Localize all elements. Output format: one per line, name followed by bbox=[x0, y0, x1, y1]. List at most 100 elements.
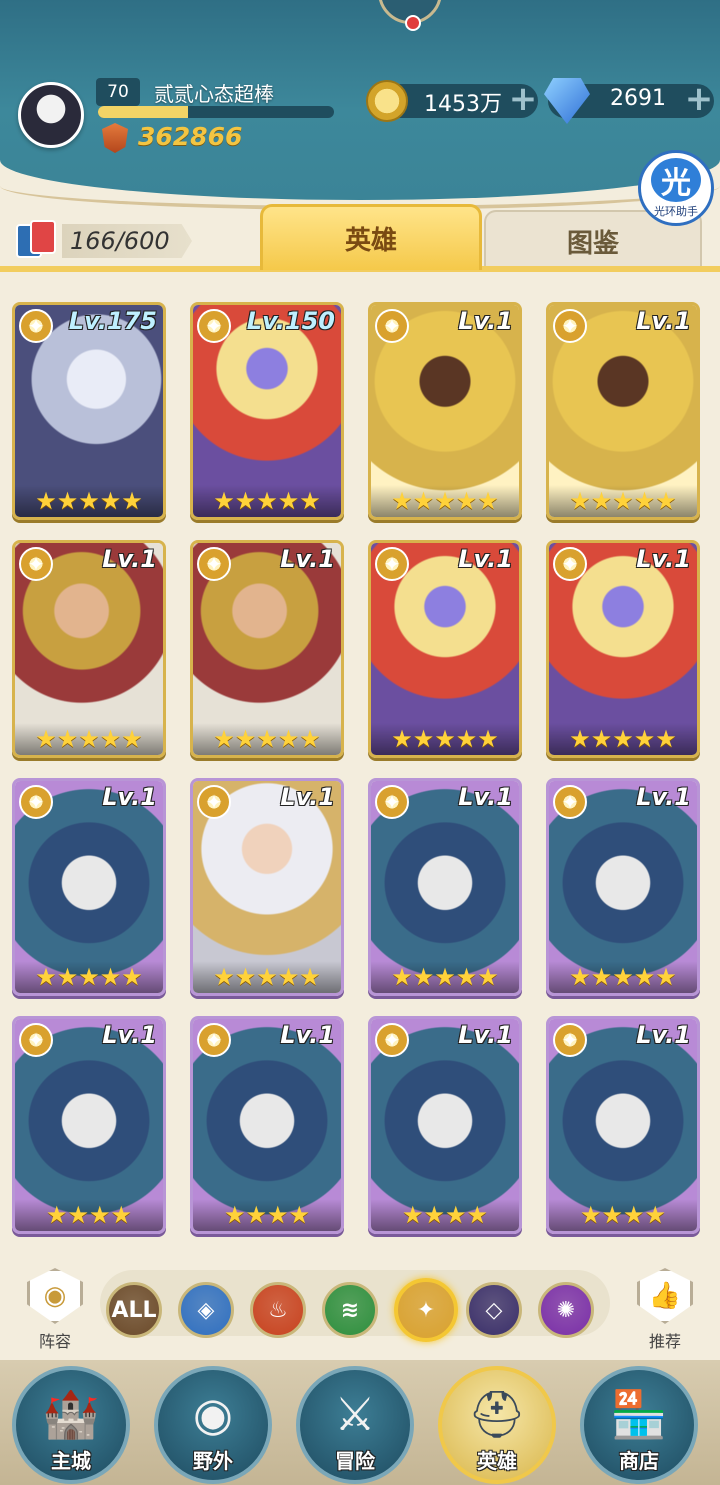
hero-card[interactable]: ✦ Lv.1 ★★★★★ bbox=[368, 302, 522, 520]
hero-level: Lv.1 bbox=[458, 545, 513, 573]
nav-knight-helmet[interactable]: ⛑ 英雄 bbox=[438, 1366, 556, 1484]
avatar[interactable] bbox=[18, 82, 84, 148]
add-gold-button[interactable]: + bbox=[506, 82, 540, 118]
gem-value: 2691 bbox=[610, 86, 666, 111]
hero-card[interactable]: ✦ Lv.1 ★★★★ bbox=[546, 1016, 700, 1234]
hero-stars: ★★★★★ bbox=[15, 485, 163, 517]
top-ornament bbox=[378, 0, 442, 31]
light-element-icon: ✦ bbox=[197, 547, 231, 581]
hero-count: 166/600 bbox=[62, 224, 192, 258]
hero-card[interactable]: ✦ Lv.1 ★★★★★ bbox=[546, 540, 700, 758]
light-element-icon: ✦ bbox=[375, 309, 409, 343]
hero-card[interactable]: ✦ Lv.1 ★★★★★ bbox=[12, 540, 166, 758]
light-element-icon: ✦ bbox=[197, 785, 231, 819]
hero-level: Lv.1 bbox=[280, 783, 335, 811]
add-gems-button[interactable]: + bbox=[682, 82, 716, 118]
hero-card[interactable]: ✦ Lv.1 ★★★★★ bbox=[190, 540, 344, 758]
hero-card[interactable]: ✦ Lv.1 ★★★★ bbox=[12, 1016, 166, 1234]
tab-heroes[interactable]: 英雄 bbox=[260, 204, 482, 270]
hero-stars: ★★★★ bbox=[371, 1199, 519, 1231]
gold-coin-icon bbox=[366, 80, 408, 122]
dark-element-icon[interactable]: ◇ bbox=[466, 1282, 522, 1338]
lineup-icon: ◉ bbox=[27, 1268, 83, 1324]
lineup-button[interactable]: ◉ 阵容 bbox=[24, 1268, 86, 1351]
light-element-icon: ✦ bbox=[19, 309, 53, 343]
recommend-button[interactable]: 👍 推荐 bbox=[630, 1268, 700, 1352]
hero-level: Lv.1 bbox=[636, 545, 691, 573]
light-element-icon[interactable]: ✦ bbox=[394, 1278, 458, 1342]
bottom-nav: 🏰 主城 ◉ 野外 ⚔ 冒险 ⛑ 英雄 🏪 商店 bbox=[0, 1360, 720, 1485]
hero-level: Lv.1 bbox=[102, 783, 157, 811]
nav-wilderness-portal[interactable]: ◉ 野外 bbox=[154, 1366, 272, 1484]
assistant-label: 光环助手 bbox=[654, 204, 698, 218]
hero-stars: ★★★★★ bbox=[549, 961, 697, 993]
hero-card[interactable]: ✦ Lv.1 ★★★★★ bbox=[190, 778, 344, 996]
hero-level: Lv.1 bbox=[102, 1021, 157, 1049]
light-element-icon: ✦ bbox=[553, 785, 587, 819]
xp-bar bbox=[98, 106, 334, 118]
hero-card[interactable]: ✦ Lv.1 ★★★★★ bbox=[546, 302, 700, 520]
hero-card[interactable]: ✦ Lv.1 ★★★★★ bbox=[368, 778, 522, 996]
hero-level: Lv.1 bbox=[458, 1021, 513, 1049]
wind-element-icon[interactable]: ≋ bbox=[322, 1282, 378, 1338]
aura-assistant-button[interactable]: 光 光环助手 bbox=[638, 150, 714, 226]
nav-castle[interactable]: 🏰 主城 bbox=[12, 1366, 130, 1484]
hero-card[interactable]: ✦ Lv.1 ★★★★★ bbox=[546, 778, 700, 996]
hero-level: Lv.1 bbox=[636, 783, 691, 811]
shop-icon: 🏪 bbox=[610, 1387, 668, 1441]
water-element-icon[interactable]: ◈ bbox=[178, 1282, 234, 1338]
light-element-icon: ✦ bbox=[19, 785, 53, 819]
nav-sword[interactable]: ⚔ 冒险 bbox=[296, 1366, 414, 1484]
hero-stars: ★★★★★ bbox=[371, 723, 519, 755]
all-filter-icon[interactable]: ALL bbox=[106, 1282, 162, 1338]
hero-cards-icon bbox=[14, 220, 60, 260]
hero-stars: ★★★★★ bbox=[193, 961, 341, 993]
power-value: 362866 bbox=[138, 122, 243, 151]
hero-stars: ★★★★★ bbox=[193, 723, 341, 755]
hero-stars: ★★★★★ bbox=[371, 485, 519, 517]
arcane-element-icon[interactable]: ✺ bbox=[538, 1282, 594, 1338]
hero-level: Lv.1 bbox=[280, 1021, 335, 1049]
hero-card[interactable]: ✦ Lv.1 ★★★★ bbox=[190, 1016, 344, 1234]
hero-card[interactable]: ✦ Lv.1 ★★★★ bbox=[368, 1016, 522, 1234]
recommend-label: 推荐 bbox=[648, 1332, 681, 1351]
hero-level: Lv.150 bbox=[246, 307, 335, 335]
hero-stars: ★★★★★ bbox=[15, 723, 163, 755]
hero-card[interactable]: ✦ Lv.1 ★★★★★ bbox=[12, 778, 166, 996]
hero-level: Lv.1 bbox=[636, 1021, 691, 1049]
light-element-icon: ✦ bbox=[19, 1023, 53, 1057]
notification-dot bbox=[405, 15, 421, 31]
element-filter-track: ALL ◈ ♨ ≋ ✦ ◇ ✺ bbox=[100, 1270, 610, 1342]
hero-card[interactable]: ✦ Lv.1 ★★★★★ bbox=[368, 540, 522, 758]
hero-stars: ★★★★★ bbox=[193, 485, 341, 517]
top-header: 70 贰贰心态超棒 362866 1453万 + 2691 + bbox=[0, 0, 720, 210]
light-element-icon: ✦ bbox=[197, 309, 231, 343]
nav-label: 主城 bbox=[51, 1449, 91, 1473]
light-element-icon: ✦ bbox=[375, 1023, 409, 1057]
assistant-logo-icon: 光 bbox=[651, 157, 701, 202]
light-element-icon: ✦ bbox=[553, 1023, 587, 1057]
hero-stars: ★★★★★ bbox=[549, 723, 697, 755]
hero-stars: ★★★★★ bbox=[371, 961, 519, 993]
xp-bar-fill bbox=[98, 106, 188, 118]
hero-stars: ★★★★ bbox=[193, 1199, 341, 1231]
castle-icon: 🏰 bbox=[42, 1387, 100, 1441]
hero-stars: ★★★★★ bbox=[549, 485, 697, 517]
hero-level: Lv.175 bbox=[68, 307, 157, 335]
filter-bar: ◉ 阵容 ALL ◈ ♨ ≋ ✦ ◇ ✺ 👍 推荐 bbox=[0, 1262, 720, 1362]
sword-icon: ⚔ bbox=[334, 1387, 376, 1441]
light-element-icon: ✦ bbox=[553, 547, 587, 581]
hero-level: Lv.1 bbox=[458, 307, 513, 335]
hero-level: Lv.1 bbox=[102, 545, 157, 573]
hero-card[interactable]: ✦ Lv.150 ★★★★★ bbox=[190, 302, 344, 520]
fire-element-icon[interactable]: ♨ bbox=[250, 1282, 306, 1338]
light-element-icon: ✦ bbox=[19, 547, 53, 581]
gold-value: 1453万 bbox=[424, 92, 502, 117]
hero-card[interactable]: ✦ Lv.175 ★★★★★ bbox=[12, 302, 166, 520]
hero-level: Lv.1 bbox=[636, 307, 691, 335]
nav-label: 冒险 bbox=[335, 1449, 375, 1473]
light-element-icon: ✦ bbox=[197, 1023, 231, 1057]
hero-stars: ★★★★ bbox=[15, 1199, 163, 1231]
nav-shop[interactable]: 🏪 商店 bbox=[580, 1366, 698, 1484]
hero-grid: ✦ Lv.175 ★★★★★ ✦ Lv.150 ★★★★★ ✦ Lv.1 ★★★★★ ✦ Lv.1 ★… bbox=[12, 302, 708, 1234]
